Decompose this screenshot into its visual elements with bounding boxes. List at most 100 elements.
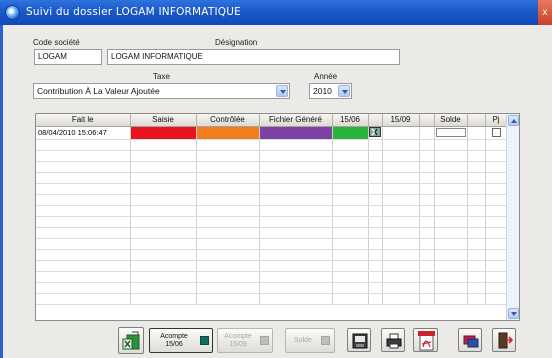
- table-row[interactable]: [36, 183, 508, 195]
- table-cell: [368, 205, 383, 217]
- table-cell: [36, 271, 131, 283]
- status-controlee: [196, 126, 260, 140]
- table-cell: [467, 161, 486, 173]
- col-acompte1[interactable]: 15/06: [332, 114, 369, 127]
- table-cell: [36, 150, 131, 162]
- table-row[interactable]: [36, 293, 508, 305]
- print-button[interactable]: [381, 328, 405, 352]
- save-icon: [352, 333, 368, 349]
- vertical-scrollbar[interactable]: [506, 114, 519, 320]
- exit-button[interactable]: [492, 328, 516, 352]
- table-cell: [332, 216, 369, 228]
- table-cell: [419, 183, 435, 195]
- pdf-export-button[interactable]: [413, 328, 438, 352]
- table-cell: [196, 260, 260, 272]
- table-cell: [419, 172, 435, 184]
- table-cell: [332, 150, 369, 162]
- designation-field[interactable]: LOGAM INFORMATIQUE: [107, 49, 400, 65]
- table-cell: [130, 183, 197, 195]
- table-cell: [382, 194, 420, 206]
- table-cell: [434, 227, 468, 239]
- table-cell: [332, 260, 369, 272]
- status-square-icon: [200, 336, 209, 345]
- table-cell: [130, 293, 197, 305]
- annee-select[interactable]: 2010: [309, 83, 352, 99]
- table-cell: [434, 150, 468, 162]
- acompte-1509-button[interactable]: Acompte 15/09: [217, 328, 273, 353]
- table-row[interactable]: [36, 139, 508, 151]
- table-cell: [419, 282, 435, 294]
- table-cell: [196, 282, 260, 294]
- table-row[interactable]: [36, 172, 508, 184]
- table-row[interactable]: [36, 271, 508, 283]
- table-row[interactable]: [36, 205, 508, 217]
- code-societe-field[interactable]: LOGAM: [34, 49, 102, 65]
- table-cell: [196, 139, 260, 151]
- taxe-select-value: Contribution À La Valeur Ajoutée: [37, 86, 160, 96]
- table-row[interactable]: [36, 216, 508, 228]
- col-acompte2-pj[interactable]: [419, 114, 435, 127]
- table-cell: [382, 161, 420, 173]
- col-controlee[interactable]: Contrôlée: [196, 114, 260, 127]
- table-cell: [332, 172, 369, 184]
- cell-solde[interactable]: [434, 126, 468, 140]
- table-cell: [130, 139, 197, 151]
- col-pj[interactable]: Pj: [485, 114, 508, 127]
- table-cell: [467, 249, 486, 261]
- table-cell: [130, 194, 197, 206]
- col-acompte2[interactable]: 15/09: [382, 114, 420, 127]
- table-cell: [196, 249, 260, 261]
- table-cell: [419, 150, 435, 162]
- scroll-up-icon[interactable]: [508, 115, 519, 126]
- excel-export-icon: [122, 331, 140, 350]
- solde-field[interactable]: [435, 128, 466, 137]
- table-row[interactable]: [36, 150, 508, 162]
- table-cell: [130, 161, 197, 173]
- table-cell: [485, 227, 508, 239]
- table-cell: [434, 271, 468, 283]
- pj-checkbox[interactable]: [491, 128, 501, 138]
- table-cell: [419, 216, 435, 228]
- cell-pj[interactable]: [485, 126, 508, 140]
- print-icon: [386, 333, 402, 349]
- solde-button[interactable]: Solde: [285, 328, 335, 353]
- status-saisie: [130, 126, 197, 140]
- col-solde[interactable]: Solde: [434, 114, 468, 127]
- table-row[interactable]: [36, 227, 508, 239]
- table-row[interactable]: [36, 282, 508, 294]
- table-cell: [36, 227, 131, 239]
- mail-button[interactable]: [458, 328, 482, 352]
- close-button[interactable]: x: [538, 0, 552, 25]
- col-saisie[interactable]: Saisie: [130, 114, 197, 127]
- table-cell: [196, 172, 260, 184]
- col-solde-pj[interactable]: [467, 114, 486, 127]
- table-row[interactable]: [36, 194, 508, 206]
- table-cell: [485, 205, 508, 217]
- attachment-icon[interactable]: [368, 126, 381, 137]
- col-fait-le[interactable]: Fait le: [36, 114, 131, 127]
- excel-export-button[interactable]: [118, 327, 144, 354]
- table-cell: [368, 260, 383, 272]
- status-square-icon: [321, 336, 330, 345]
- taxe-select[interactable]: Contribution À La Valeur Ajoutée: [33, 83, 290, 99]
- scroll-down-icon[interactable]: [508, 308, 519, 319]
- table-row[interactable]: [36, 161, 508, 173]
- table-cell: [332, 183, 369, 195]
- chevron-down-icon[interactable]: [276, 85, 288, 97]
- col-acompte1-pj[interactable]: [368, 114, 383, 127]
- table-cell: [467, 216, 486, 228]
- chevron-down-icon[interactable]: [338, 85, 350, 97]
- table-cell: [419, 293, 435, 305]
- table-cell: [332, 238, 369, 250]
- table-cell: [368, 271, 383, 283]
- cell-attachment[interactable]: [368, 126, 383, 140]
- table-cell: [36, 238, 131, 250]
- table-row[interactable]: [36, 249, 508, 261]
- table-row[interactable]: [36, 238, 508, 250]
- table-row[interactable]: [36, 260, 508, 272]
- table-cell: [259, 282, 333, 294]
- save-button[interactable]: [347, 328, 371, 352]
- col-fichier-genere[interactable]: Fichier Généré: [259, 114, 333, 127]
- acompte-1506-button[interactable]: Acompte 15/06: [149, 328, 213, 353]
- table-row[interactable]: 08/04/2010 15:06:47: [36, 126, 508, 140]
